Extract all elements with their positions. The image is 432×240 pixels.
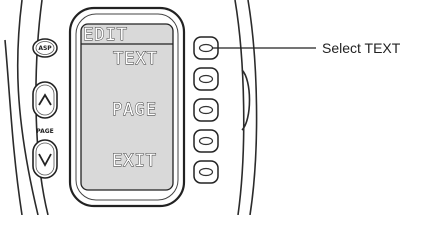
asp-button[interactable]: ASP: [32, 38, 58, 58]
page-up-button[interactable]: [32, 81, 58, 119]
screen-title: EDIT: [83, 25, 128, 45]
screen-item-exit: EXIT: [112, 151, 157, 171]
right-softkey-group: [193, 36, 219, 184]
screen-item-page: PAGE: [112, 100, 157, 120]
callout-label: Select TEXT: [322, 40, 401, 56]
page-down-button[interactable]: [32, 139, 58, 179]
softkey-2[interactable]: [193, 67, 219, 91]
softkey-3[interactable]: [193, 98, 219, 122]
asp-button-label: ASP: [38, 45, 52, 52]
softkey-5[interactable]: [193, 160, 219, 184]
softkey-4[interactable]: [193, 129, 219, 153]
device-diagram: EDIT TEXT PAGE EXIT ASP PAGE Select TEXT: [4, 0, 401, 215]
page-label: PAGE: [36, 128, 54, 135]
lcd-screen: EDIT TEXT PAGE EXIT: [80, 23, 174, 191]
screen-item-text: TEXT: [113, 49, 158, 69]
